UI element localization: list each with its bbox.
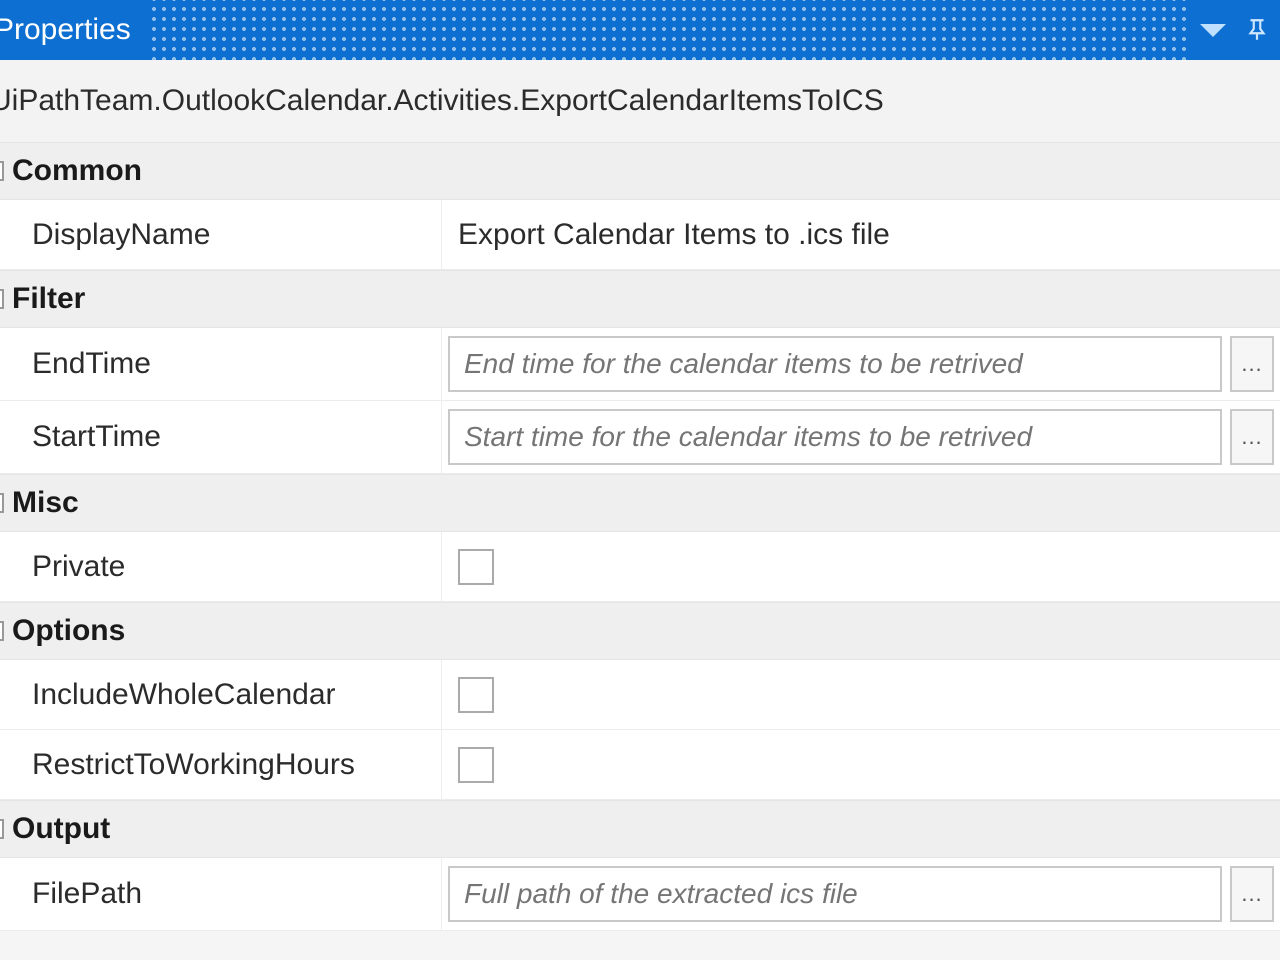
- property-row-starttime: StartTime ...: [0, 401, 1280, 474]
- starttime-browse-button[interactable]: ...: [1230, 409, 1274, 465]
- property-name: IncludeWholeCalendar: [0, 660, 442, 729]
- property-name: EndTime: [0, 328, 442, 400]
- titlebar-actions: [1200, 17, 1274, 43]
- expander-icon[interactable]: −: [0, 289, 4, 309]
- displayname-value[interactable]: Export Calendar Items to .ics file: [448, 218, 890, 252]
- category-label: Output: [12, 812, 110, 846]
- titlebar-grip[interactable]: [149, 0, 1188, 60]
- property-value: ...: [442, 858, 1280, 930]
- property-name: DisplayName: [0, 200, 442, 269]
- property-value: [442, 532, 1280, 601]
- expander-icon[interactable]: −: [0, 493, 4, 513]
- property-value: ...: [442, 328, 1280, 400]
- property-name: Private: [0, 532, 442, 601]
- category-common[interactable]: − Common: [0, 142, 1280, 200]
- starttime-input[interactable]: [448, 409, 1222, 465]
- collapse-panel-icon[interactable]: [1200, 24, 1226, 37]
- category-filter[interactable]: − Filter: [0, 270, 1280, 328]
- property-value-displayname[interactable]: Export Calendar Items to .ics file: [442, 200, 1280, 269]
- filepath-input[interactable]: [448, 866, 1222, 922]
- property-value: [442, 660, 1280, 729]
- property-value: [442, 730, 1280, 799]
- endtime-input[interactable]: [448, 336, 1222, 392]
- property-row-private: Private: [0, 532, 1280, 602]
- category-misc[interactable]: − Misc: [0, 474, 1280, 532]
- category-label: Options: [12, 614, 125, 648]
- expander-icon[interactable]: −: [0, 819, 4, 839]
- property-row-displayname: DisplayName Export Calendar Items to .ic…: [0, 200, 1280, 270]
- category-output[interactable]: − Output: [0, 800, 1280, 858]
- property-value: ...: [442, 401, 1280, 473]
- property-row-includewholecalendar: IncludeWholeCalendar: [0, 660, 1280, 730]
- properties-grid: − Common DisplayName Export Calendar Ite…: [0, 142, 1280, 931]
- property-row-filepath: FilePath ...: [0, 858, 1280, 931]
- category-label: Common: [12, 154, 142, 188]
- property-name: FilePath: [0, 858, 442, 930]
- property-name: StartTime: [0, 401, 442, 473]
- pin-icon[interactable]: [1244, 17, 1270, 43]
- category-label: Misc: [12, 486, 79, 520]
- property-row-restricttoworkinghours: RestrictToWorkingHours: [0, 730, 1280, 800]
- category-label: Filter: [12, 282, 85, 316]
- expander-icon[interactable]: −: [0, 621, 4, 641]
- panel-title: Properties: [0, 13, 131, 47]
- includewholecalendar-checkbox[interactable]: [458, 677, 494, 713]
- properties-panel-titlebar: Properties: [0, 0, 1280, 60]
- activity-class-path: UiPathTeam.OutlookCalendar.Activities.Ex…: [0, 60, 1280, 142]
- endtime-browse-button[interactable]: ...: [1230, 336, 1274, 392]
- category-options[interactable]: − Options: [0, 602, 1280, 660]
- private-checkbox[interactable]: [458, 549, 494, 585]
- expander-icon[interactable]: −: [0, 161, 4, 181]
- restricttoworkinghours-checkbox[interactable]: [458, 747, 494, 783]
- filepath-browse-button[interactable]: ...: [1230, 866, 1274, 922]
- property-row-endtime: EndTime ...: [0, 328, 1280, 401]
- property-name: RestrictToWorkingHours: [0, 730, 442, 799]
